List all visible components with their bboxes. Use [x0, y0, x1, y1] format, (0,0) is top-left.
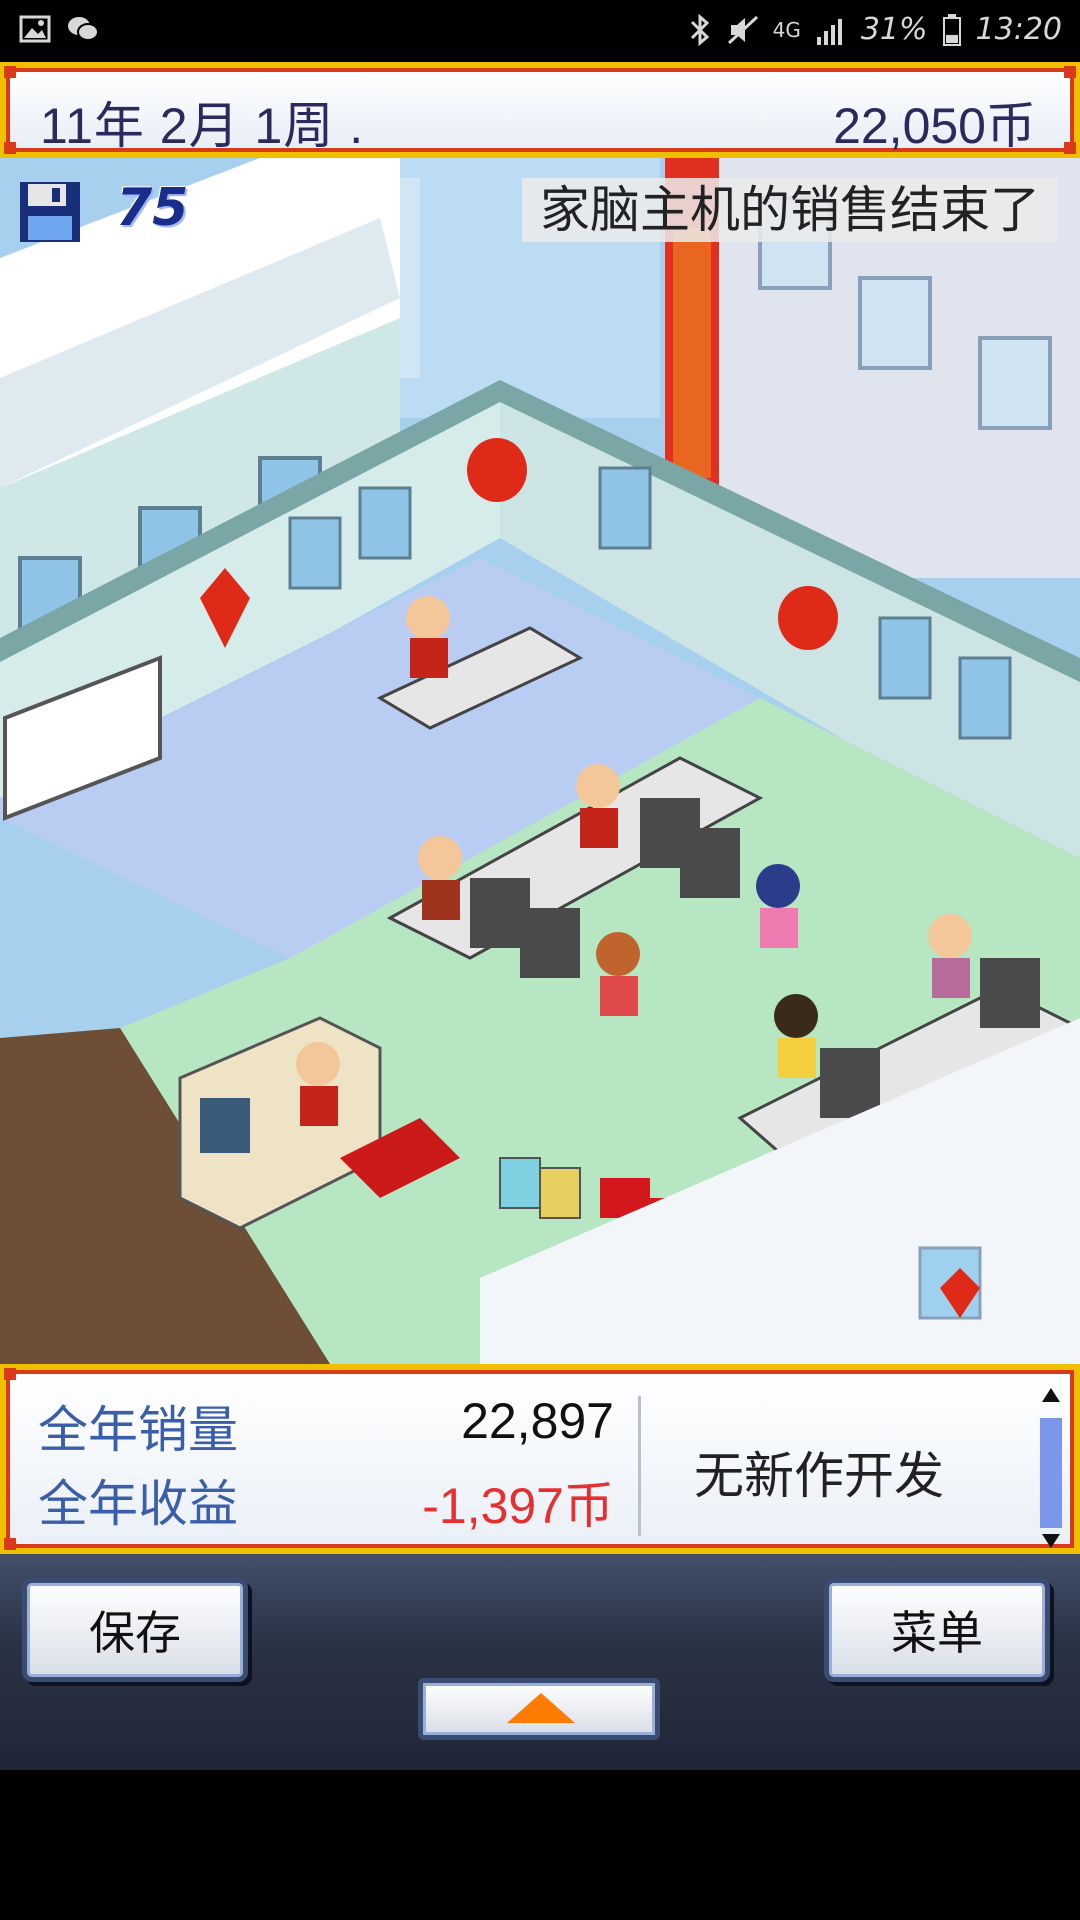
frame-corner	[1064, 142, 1076, 154]
menu-button[interactable]: 菜单	[824, 1578, 1050, 1682]
wechat-icon	[68, 17, 99, 41]
gallery-icon	[19, 15, 51, 43]
office-illustration	[0, 158, 1080, 1364]
office-scene[interactable]	[0, 158, 1080, 1364]
save-button[interactable]: 保存	[22, 1578, 248, 1682]
scroll-thumb[interactable]	[1040, 1418, 1062, 1528]
annual-sales-label: 全年销量	[38, 1401, 238, 1459]
top-info-bar: 11年 2月 1周 . 22,050币	[0, 62, 1080, 158]
development-status: 无新作开发	[694, 1447, 944, 1505]
battery-icon	[942, 13, 961, 46]
frame-corner	[4, 142, 16, 154]
network-type: 4G	[772, 17, 801, 42]
frame-corner	[4, 1368, 16, 1380]
frame-corner	[4, 1538, 16, 1550]
bluetooth-icon	[690, 13, 709, 46]
event-notice: 家脑主机的销售结束了	[522, 178, 1058, 242]
stats-panel: 全年销量 22,897 全年收益 -1,397币 无新作开发	[0, 1364, 1080, 1554]
signal-icon	[816, 18, 842, 45]
save-disk-icon	[20, 182, 80, 242]
up-arrow-icon	[507, 1693, 575, 1723]
save-count: 75	[116, 178, 189, 238]
expand-button[interactable]	[418, 1678, 660, 1740]
scroll-up-icon[interactable]	[1042, 1388, 1060, 1402]
money-balance: 22,050币	[833, 98, 1036, 154]
mute-icon	[727, 15, 758, 44]
frame-corner	[4, 66, 16, 78]
game-date: 11年 2月 1周 .	[40, 98, 365, 154]
scroll-down-icon[interactable]	[1042, 1534, 1060, 1548]
bottom-controls: 保存 菜单	[0, 1554, 1080, 1770]
clock: 13:20	[975, 12, 1062, 47]
battery-percent: 31%	[860, 12, 928, 47]
bottom-empty-area	[0, 1770, 1080, 1920]
frame-corner	[1064, 66, 1076, 78]
annual-sales-value: 22,897	[461, 1393, 614, 1449]
panel-scrollbar[interactable]	[1038, 1388, 1064, 1548]
annual-profit-value: -1,397币	[422, 1478, 614, 1534]
annual-profit-label: 全年收益	[38, 1475, 238, 1533]
status-bar: 4G 31% 13:20	[0, 0, 1080, 62]
panel-divider	[638, 1396, 641, 1536]
